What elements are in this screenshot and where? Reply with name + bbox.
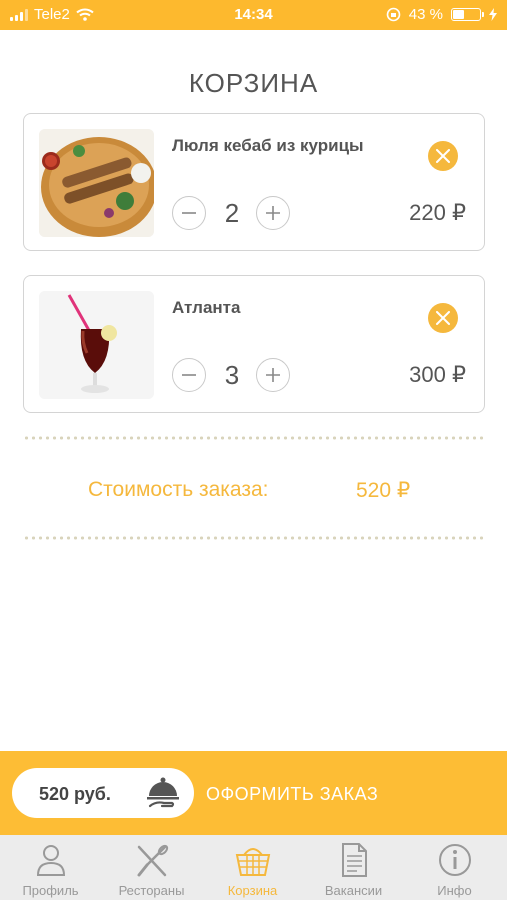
tab-label: Рестораны bbox=[118, 883, 185, 898]
battery-icon bbox=[451, 8, 484, 21]
document-icon bbox=[342, 843, 367, 877]
order-sum: 520 руб. bbox=[39, 784, 111, 804]
person-icon bbox=[36, 845, 66, 876]
quantity-value: 3 bbox=[224, 360, 240, 390]
checkout-button[interactable]: ОФОРМИТЬ ЗАКАЗ bbox=[206, 784, 378, 805]
tab-label: Инфо bbox=[437, 883, 472, 898]
tab-info[interactable]: Инфо bbox=[404, 835, 505, 900]
remove-item-button[interactable] bbox=[428, 141, 458, 171]
divider bbox=[23, 536, 485, 540]
minus-icon bbox=[182, 212, 196, 214]
decrease-quantity-button[interactable] bbox=[172, 196, 206, 230]
remove-item-button[interactable] bbox=[428, 303, 458, 333]
battery-percent: 43 % bbox=[408, 6, 443, 23]
tab-profile[interactable]: Профиль bbox=[0, 835, 101, 900]
tab-label: Корзина bbox=[227, 883, 278, 898]
order-sum-pill: 520 руб. bbox=[12, 768, 194, 818]
close-icon bbox=[436, 311, 450, 325]
basket-icon bbox=[235, 848, 271, 876]
order-total-value: 520 ₽ bbox=[356, 479, 411, 502]
increase-quantity-button[interactable] bbox=[256, 358, 290, 392]
decrease-quantity-button[interactable] bbox=[172, 358, 206, 392]
tab-vacancies[interactable]: Вакансии bbox=[303, 835, 404, 900]
tab-label: Вакансии bbox=[324, 883, 383, 898]
item-price: 220 ₽ bbox=[409, 200, 466, 225]
quantity-value: 2 bbox=[224, 198, 240, 228]
divider bbox=[23, 436, 485, 440]
status-right: 43 % bbox=[386, 6, 497, 23]
item-image-kebab bbox=[39, 129, 154, 237]
item-name: Атланта bbox=[172, 298, 241, 317]
serving-cloche-icon bbox=[147, 777, 179, 808]
checkout-bar: 520 руб. ОФОРМИТЬ ЗАКАЗ bbox=[0, 751, 507, 835]
tab-bar: Профиль Рестораны Корзина Вакансии Инфо bbox=[0, 835, 507, 900]
close-icon bbox=[436, 149, 450, 163]
info-icon bbox=[439, 844, 471, 876]
tab-label: Профиль bbox=[22, 883, 79, 898]
tab-restaurants[interactable]: Рестораны bbox=[101, 835, 202, 900]
order-total-label: Стоимость заказа: bbox=[88, 478, 269, 501]
cart-item: Атланта 3 300 ₽ bbox=[23, 275, 485, 413]
plus-icon bbox=[266, 368, 280, 382]
item-image-drink bbox=[39, 291, 154, 399]
item-price: 300 ₽ bbox=[409, 362, 466, 387]
plus-icon bbox=[266, 206, 280, 220]
minus-icon bbox=[182, 374, 196, 376]
rotation-lock-icon bbox=[386, 7, 401, 22]
increase-quantity-button[interactable] bbox=[256, 196, 290, 230]
charging-icon bbox=[489, 8, 497, 21]
fork-knife-icon bbox=[137, 844, 169, 877]
item-name: Люля кебаб из курицы bbox=[172, 136, 364, 155]
status-bar: Tele2 14:34 43 % bbox=[0, 0, 507, 30]
page-title: КОРЗИНА bbox=[188, 68, 319, 98]
tab-cart[interactable]: Корзина bbox=[202, 835, 303, 900]
cart-item: Люля кебаб из курицы 2 220 ₽ bbox=[23, 113, 485, 251]
